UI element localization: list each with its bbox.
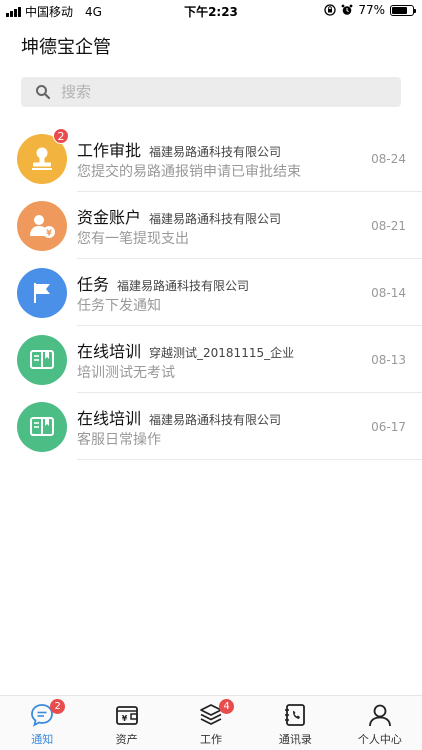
tab-profile[interactable]: 个人中心 (338, 696, 422, 750)
message-org: 福建易路通科技有限公司 (149, 145, 282, 159)
tab-notifications[interactable]: 2 通知 (0, 696, 84, 750)
list-item[interactable]: 任务 福建易路通科技有限公司 任务下发通知 08-14 (0, 259, 422, 326)
message-list: 2 工作审批 福建易路通科技有限公司 您提交的易路通报销申请已审批结束 08-2… (0, 125, 422, 460)
avatar (17, 402, 67, 452)
title-line: 任务 福建易路通科技有限公司 (77, 271, 249, 295)
book-icon (30, 350, 54, 369)
search-input[interactable] (61, 83, 361, 101)
message-title: 在线培训 (77, 342, 142, 361)
list-item[interactable]: 在线培训 穿越测试_20181115_企业 培训测试无考试 08-13 (0, 326, 422, 393)
tab-badge: 2 (50, 699, 66, 714)
title-line: 工作审批 福建易路通科技有限公司 (77, 137, 281, 161)
message-org: 福建易路通科技有限公司 (117, 279, 250, 293)
message-title: 工作审批 (77, 141, 142, 160)
message-org: 福建易路通科技有限公司 (149, 413, 282, 427)
user-money-icon: ¥ (30, 215, 55, 238)
search-bar[interactable] (21, 77, 401, 107)
tab-assets[interactable]: ¥ 资产 (84, 696, 168, 750)
message-subtitle: 您有一笔提现支出 (77, 231, 189, 247)
tab-work[interactable]: 4 工作 (169, 696, 253, 750)
status-bar: 中国移动 4G 下午2:23 77% (0, 0, 422, 22)
message-title: 资金账户 (77, 208, 142, 227)
message-date: 06-17 (371, 420, 406, 434)
avatar: ¥ (17, 201, 67, 251)
tab-contacts[interactable]: 通讯录 (253, 696, 337, 750)
avatar (17, 268, 67, 318)
message-date: 08-21 (371, 219, 406, 233)
flag-icon (34, 283, 50, 303)
search-icon (36, 85, 51, 100)
message-date: 08-24 (371, 152, 406, 166)
message-subtitle: 培训测试无考试 (77, 365, 175, 381)
battery-fill (392, 6, 408, 14)
message-subtitle: 任务下发通知 (77, 298, 161, 314)
battery-icon (390, 4, 416, 16)
message-date: 08-14 (371, 286, 406, 300)
orientation-lock-icon (324, 4, 336, 16)
title-line: 资金账户 福建易路通科技有限公司 (77, 204, 281, 228)
tab-label: 工作 (200, 733, 223, 746)
svg-text:¥: ¥ (121, 714, 127, 723)
message-date: 08-13 (371, 353, 406, 367)
person-icon (368, 704, 391, 727)
tab-bar: 2 通知 ¥ 资产 4 工作 通讯录 个人中心 (0, 695, 422, 750)
tab-label: 通知 (31, 733, 54, 746)
battery-percent: 77% (358, 3, 385, 17)
wallet-icon: ¥ (115, 706, 138, 725)
book-icon (30, 417, 54, 436)
title-line: 在线培训 福建易路通科技有限公司 (77, 405, 281, 429)
message-subtitle: 客服日常操作 (77, 432, 161, 448)
svg-text:¥: ¥ (46, 229, 52, 238)
message-org: 穿越测试_20181115_企业 (149, 346, 295, 360)
contacts-book-icon (285, 704, 306, 726)
stamp-icon (32, 147, 52, 170)
divider (77, 459, 422, 460)
message-subtitle: 您提交的易路通报销申请已审批结束 (77, 164, 301, 180)
list-item[interactable]: 2 工作审批 福建易路通科技有限公司 您提交的易路通报销申请已审批结束 08-2… (0, 125, 422, 192)
message-title: 在线培训 (77, 409, 142, 428)
page-title: 坤德宝企管 (21, 37, 111, 58)
tab-label: 个人中心 (357, 733, 402, 746)
avatar (17, 335, 67, 385)
title-line: 在线培训 穿越测试_20181115_企业 (77, 338, 294, 362)
message-title: 任务 (77, 275, 110, 294)
list-item[interactable]: 在线培训 福建易路通科技有限公司 客服日常操作 06-17 (0, 393, 422, 460)
message-org: 福建易路通科技有限公司 (149, 212, 282, 226)
list-item[interactable]: ¥ 资金账户 福建易路通科技有限公司 您有一笔提现支出 08-21 (0, 192, 422, 259)
alarm-icon (341, 4, 353, 15)
status-right: 77% (324, 3, 416, 17)
tab-badge: 4 (219, 699, 235, 714)
tab-label: 通讯录 (278, 733, 312, 746)
tab-label: 资产 (115, 733, 138, 746)
unread-badge: 2 (53, 128, 69, 144)
